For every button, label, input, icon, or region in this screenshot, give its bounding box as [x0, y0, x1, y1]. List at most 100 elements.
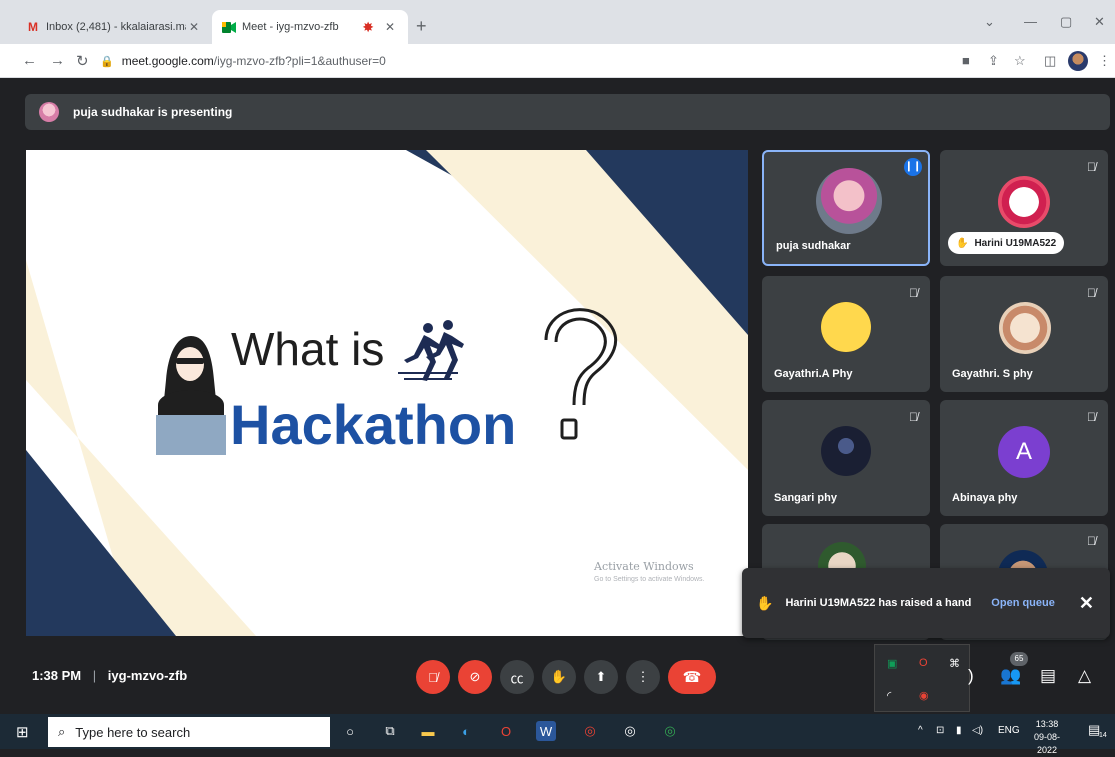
- hacker-illustration: [156, 336, 226, 455]
- speaking-indicator-icon: ❙❙: [904, 158, 922, 176]
- opera-tray-icon[interactable]: O: [919, 657, 928, 669]
- search-placeholder: Type here to search: [75, 724, 191, 740]
- present-now-button[interactable]: ⬆: [584, 660, 618, 694]
- meet-window: puja sudhakar is presenting What is Hack…: [0, 78, 1115, 712]
- mic-off-icon: 🎙̸: [1087, 286, 1096, 300]
- maximize-icon[interactable]: ▢: [1060, 14, 1072, 30]
- close-tab-icon[interactable]: ✕: [382, 20, 398, 34]
- side-panel-icon[interactable]: ◫: [1044, 53, 1056, 69]
- tab-title: Meet - iyg-mzvo-zfb: [242, 21, 339, 33]
- raised-hand-name: Harini U19MA522: [974, 237, 1057, 249]
- participant-tile[interactable]: 🎙̸ Gayathri. S phy: [940, 276, 1108, 392]
- task-view-icon[interactable]: ⧉: [380, 721, 400, 741]
- people-icon[interactable]: 👥: [1000, 666, 1021, 686]
- raised-hand-chip: ✋ Harini U19MA522: [948, 232, 1065, 254]
- meeting-code: iyg-mzvo-zfb: [107, 668, 188, 683]
- minimize-icon[interactable]: —: [1024, 14, 1037, 29]
- participant-tile[interactable]: 🎙̸ Gayathri.A Phy: [762, 276, 930, 392]
- chat-icon[interactable]: ▤: [1040, 666, 1056, 686]
- open-queue-button[interactable]: Open queue: [991, 597, 1055, 609]
- raise-hand-button[interactable]: ✋: [542, 660, 576, 694]
- notification-count: 14: [1099, 732, 1107, 739]
- tab-title: Inbox (2,481) - kkalaiarasi.mathsl: [46, 21, 186, 33]
- volume-icon[interactable]: ◁): [972, 725, 983, 736]
- camera-off-button[interactable]: ⊘: [458, 660, 492, 694]
- meeting-time: 1:38 PM: [32, 668, 82, 683]
- presentation-slide: What is Hackathon Activate Windows Go to…: [26, 150, 748, 636]
- mic-off-icon: 🎙̸: [1087, 534, 1096, 548]
- url-field[interactable]: 🔒 meet.google.com /iyg-mzvo-zfb?pli=1&au…: [100, 49, 940, 73]
- participant-tile[interactable]: 🎙̸ Sangari phy: [762, 400, 930, 516]
- bookmark-star-icon[interactable]: ☆: [1014, 53, 1026, 69]
- url-host: meet.google.com: [121, 54, 214, 68]
- lock-icon: 🔒: [100, 55, 114, 68]
- camera-icon[interactable]: ■: [962, 53, 970, 68]
- participant-tile[interactable]: ❙❙ puja sudhakar: [762, 150, 930, 266]
- edge-icon[interactable]: ◐: [456, 721, 476, 741]
- record-tray-icon[interactable]: ◉: [919, 689, 929, 702]
- toast-message: Harini U19MA522 has raised a hand: [785, 597, 972, 609]
- participant-name: Abinaya phy: [952, 492, 1018, 504]
- wifi-tray-icon[interactable]: ◜: [887, 689, 891, 702]
- chrome-alt-icon[interactable]: ◎: [660, 721, 680, 741]
- separator: |: [92, 668, 97, 683]
- language-indicator[interactable]: ENG: [998, 725, 1020, 736]
- close-window-icon[interactable]: ✕: [1094, 14, 1105, 30]
- windows-start-icon[interactable]: ⊞: [16, 723, 29, 741]
- tab-gmail[interactable]: M Inbox (2,481) - kkalaiarasi.mathsl ✕: [16, 10, 212, 44]
- meet-icon: [222, 21, 236, 33]
- activate-windows-subtext: Go to Settings to activate Windows.: [594, 576, 705, 583]
- browser-tab-strip: M Inbox (2,481) - kkalaiarasi.mathsl ✕ M…: [0, 0, 1115, 44]
- question-mark-icon: [544, 308, 618, 440]
- runners-icon: [398, 320, 464, 381]
- close-tab-icon[interactable]: ✕: [186, 20, 202, 34]
- power-icon[interactable]: ⊡: [936, 725, 944, 736]
- activate-windows-watermark: Activate Windows: [594, 560, 694, 573]
- presenting-banner: puja sudhakar is presenting: [25, 94, 1110, 130]
- tab-meet[interactable]: Meet - iyg-mzvo-zfb ✸ ✕: [212, 10, 408, 44]
- info-icon[interactable]: ): [968, 666, 974, 686]
- menu-icon[interactable]: ⋮: [1098, 53, 1111, 69]
- back-icon[interactable]: ←: [22, 52, 37, 69]
- activities-icon[interactable]: △: [1078, 666, 1091, 686]
- opera-icon[interactable]: O: [496, 721, 516, 741]
- app-tray-icon[interactable]: ⌘: [949, 657, 960, 670]
- mic-off-button[interactable]: 🎙̸: [416, 660, 450, 694]
- presenting-text: puja sudhakar is presenting: [73, 105, 233, 119]
- chevron-down-icon[interactable]: ⌄: [984, 14, 995, 30]
- recording-icon: ✸: [362, 18, 374, 35]
- participant-photo: [999, 302, 1051, 354]
- reload-icon[interactable]: ↻: [76, 52, 89, 70]
- gmail-icon: M: [28, 20, 38, 34]
- participant-photo: [821, 302, 871, 352]
- meeting-info: 1:38 PM | iyg-mzvo-zfb: [32, 668, 187, 683]
- chrome-profile-icon[interactable]: ◎: [620, 721, 640, 741]
- captions-button[interactable]: ㏄: [500, 660, 534, 694]
- raised-hand-toast: ✋ Harini U19MA522 has raised a hand Open…: [742, 568, 1110, 638]
- url-path: /iyg-mzvo-zfb?pli=1&authuser=0: [213, 54, 386, 68]
- chrome-icon[interactable]: ◎: [580, 721, 600, 741]
- share-icon[interactable]: ⇪: [988, 53, 999, 69]
- system-tray-overflow: ▣ O ⌘ ◜ ◉: [874, 644, 970, 712]
- cortana-icon[interactable]: ○: [340, 721, 360, 741]
- avatar: [39, 102, 59, 122]
- participant-tile[interactable]: 🎙̸ ✋ Harini U19MA522: [940, 150, 1108, 266]
- word-icon[interactable]: W: [536, 721, 556, 741]
- close-toast-icon[interactable]: ✕: [1079, 593, 1094, 614]
- file-explorer-icon[interactable]: ▬: [418, 721, 438, 741]
- sheets-tray-icon[interactable]: ▣: [887, 657, 897, 670]
- battery-icon[interactable]: ▮: [956, 725, 962, 736]
- forward-icon[interactable]: →: [50, 52, 65, 69]
- mic-off-icon: 🎙̸: [909, 286, 918, 300]
- more-options-button[interactable]: ⋮: [626, 660, 660, 694]
- participant-photo: [821, 426, 871, 476]
- chevron-up-icon[interactable]: ^: [918, 725, 923, 736]
- taskbar-search-input[interactable]: ⌕ Type here to search: [48, 717, 330, 747]
- taskbar-clock[interactable]: 13:38 09-08-2022: [1024, 718, 1070, 757]
- end-call-button[interactable]: ☎: [668, 660, 716, 694]
- new-tab-button[interactable]: +: [416, 16, 427, 37]
- participant-photo: [816, 168, 882, 234]
- profile-avatar[interactable]: [1068, 51, 1088, 71]
- participant-tile[interactable]: A 🎙̸ Abinaya phy: [940, 400, 1108, 516]
- search-icon: ⌕: [58, 724, 66, 739]
